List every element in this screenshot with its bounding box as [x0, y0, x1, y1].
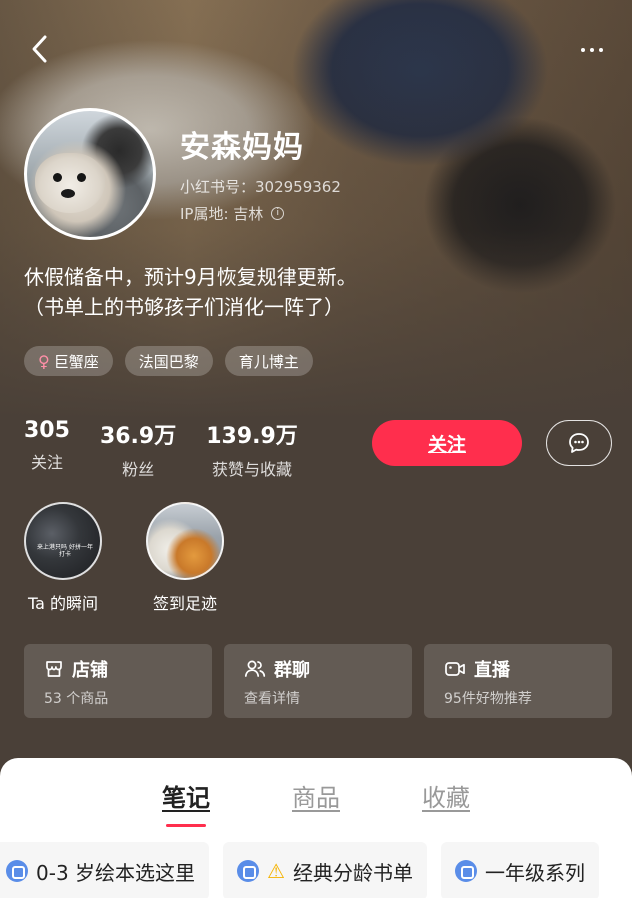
highlight-moments[interactable]: 来上港只吗 好拼一年打卡 Ta 的瞬间 [22, 502, 104, 614]
shortcut-group-chat[interactable]: 群聊 查看详情 [224, 644, 412, 718]
profile-shortcuts: 店铺 53 个商品 群聊 查看详情 直播 95件好物推荐 [24, 644, 612, 718]
collection-label: 经典分龄书单 [292, 860, 413, 885]
stat-value: 139.9万 [206, 424, 298, 449]
chevron-left-icon [32, 35, 47, 63]
chat-bubble-icon [569, 433, 589, 453]
tag-label: 育儿博主 [238, 352, 299, 371]
collection-label: 0-3 岁绘本选这里 [36, 860, 196, 885]
collection-item[interactable]: 一年级系列 [440, 842, 599, 898]
highlight-label: 签到足迹 [152, 594, 217, 613]
live-icon [445, 662, 465, 676]
collection-icon [454, 860, 477, 882]
collection-icon [237, 860, 260, 882]
warning-icon: ⚠ [267, 859, 285, 883]
highlight-checkins[interactable]: 签到足迹 [144, 502, 226, 614]
stat-label: 获赞与收藏 [212, 460, 293, 479]
shortcut-subtitle: 53 个商品 [44, 691, 109, 707]
tag-category: 育儿博主 [224, 346, 313, 376]
tab-favorites[interactable]: 收藏 [422, 778, 470, 813]
group-chat-icon [244, 660, 266, 677]
shortcut-subtitle: 查看详情 [244, 691, 300, 707]
back-button[interactable] [22, 32, 56, 66]
info-icon[interactable]: i [271, 207, 285, 220]
tag-zodiac: ♀ 巨蟹座 [24, 346, 113, 376]
profile-tags: ♀ 巨蟹座 法国巴黎 育儿博主 [24, 346, 313, 376]
shortcut-title: 直播 [474, 660, 510, 681]
stat-followers[interactable]: 36.9万 粉丝 [100, 418, 176, 480]
ip-location-row[interactable]: IP属地: 吉林 i [180, 203, 285, 224]
highlight-cover: 来上港只吗 好拼一年打卡 [24, 502, 102, 580]
avatar[interactable] [24, 108, 156, 240]
shortcut-subtitle: 95件好物推荐 [444, 691, 532, 707]
shortcut-shop[interactable]: 店铺 53 个商品 [24, 644, 212, 718]
profile-bio: 休假储备中，预计9月恢复规律更新。 （书单上的书够孩子们消化一阵了） [24, 262, 357, 322]
tag-location: 法国巴黎 [124, 346, 213, 376]
bio-line: （书单上的书够孩子们消化一阵了） [24, 295, 344, 319]
collection-label: 一年级系列 [484, 860, 585, 885]
shop-icon [46, 661, 62, 677]
account-id: 小红书号：302959362 [180, 178, 341, 196]
avatar-dog-nose [61, 189, 75, 198]
collection-icon [6, 860, 28, 882]
highlight-label: Ta 的瞬间 [27, 594, 99, 613]
highlights: 来上港只吗 好拼一年打卡 Ta 的瞬间 签到足迹 [22, 502, 226, 614]
shortcut-title: 店铺 [72, 660, 108, 681]
collection-item[interactable]: 0-3 岁绘本选这里 [0, 842, 210, 898]
stat-likes[interactable]: 139.9万 获赞与收藏 [206, 418, 298, 480]
tag-label: 巨蟹座 [53, 352, 99, 371]
stat-label: 关注 [30, 453, 63, 472]
female-icon: ♀ [38, 351, 50, 371]
tag-label: 法国巴黎 [138, 352, 199, 371]
stat-value: 305 [24, 418, 70, 443]
more-dot-icon [581, 48, 585, 52]
stat-following[interactable]: 305 关注 [24, 418, 70, 480]
avatar-dog-face [35, 153, 105, 213]
follow-button[interactable]: 关注 [372, 420, 522, 466]
highlight-cover [146, 502, 224, 580]
bio-line: 休假储备中，预计9月恢复规律更新。 [24, 265, 357, 289]
tab-products[interactable]: 商品 [292, 778, 340, 813]
shortcut-title: 群聊 [274, 660, 310, 681]
content-sheet: 笔记 商品 收藏 0-3 岁绘本选这里 ⚠ 经典分龄书单 一年级系列 [0, 758, 632, 898]
message-button[interactable] [546, 420, 612, 466]
more-dot-icon [599, 48, 603, 52]
stat-value: 36.9万 [99, 424, 177, 449]
stat-label: 粉丝 [122, 460, 155, 479]
collections-row: 0-3 岁绘本选这里 ⚠ 经典分龄书单 一年级系列 [0, 842, 599, 898]
profile-stats: 305 关注 36.9万 粉丝 139.9万 获赞与收藏 [24, 418, 298, 480]
more-dot-icon [590, 48, 594, 52]
profile-nickname: 安森妈妈 [180, 130, 304, 165]
highlight-caption: 来上港只吗 好拼一年打卡 [37, 544, 93, 558]
profile-tabs: 笔记 商品 收藏 [0, 778, 632, 827]
collection-item[interactable]: ⚠ 经典分龄书单 [223, 842, 427, 898]
shortcut-live[interactable]: 直播 95件好物推荐 [424, 644, 612, 718]
tab-notes[interactable]: 笔记 [162, 778, 210, 827]
ip-location: IP属地: 吉林 [180, 205, 264, 223]
more-options-button[interactable] [572, 36, 612, 64]
